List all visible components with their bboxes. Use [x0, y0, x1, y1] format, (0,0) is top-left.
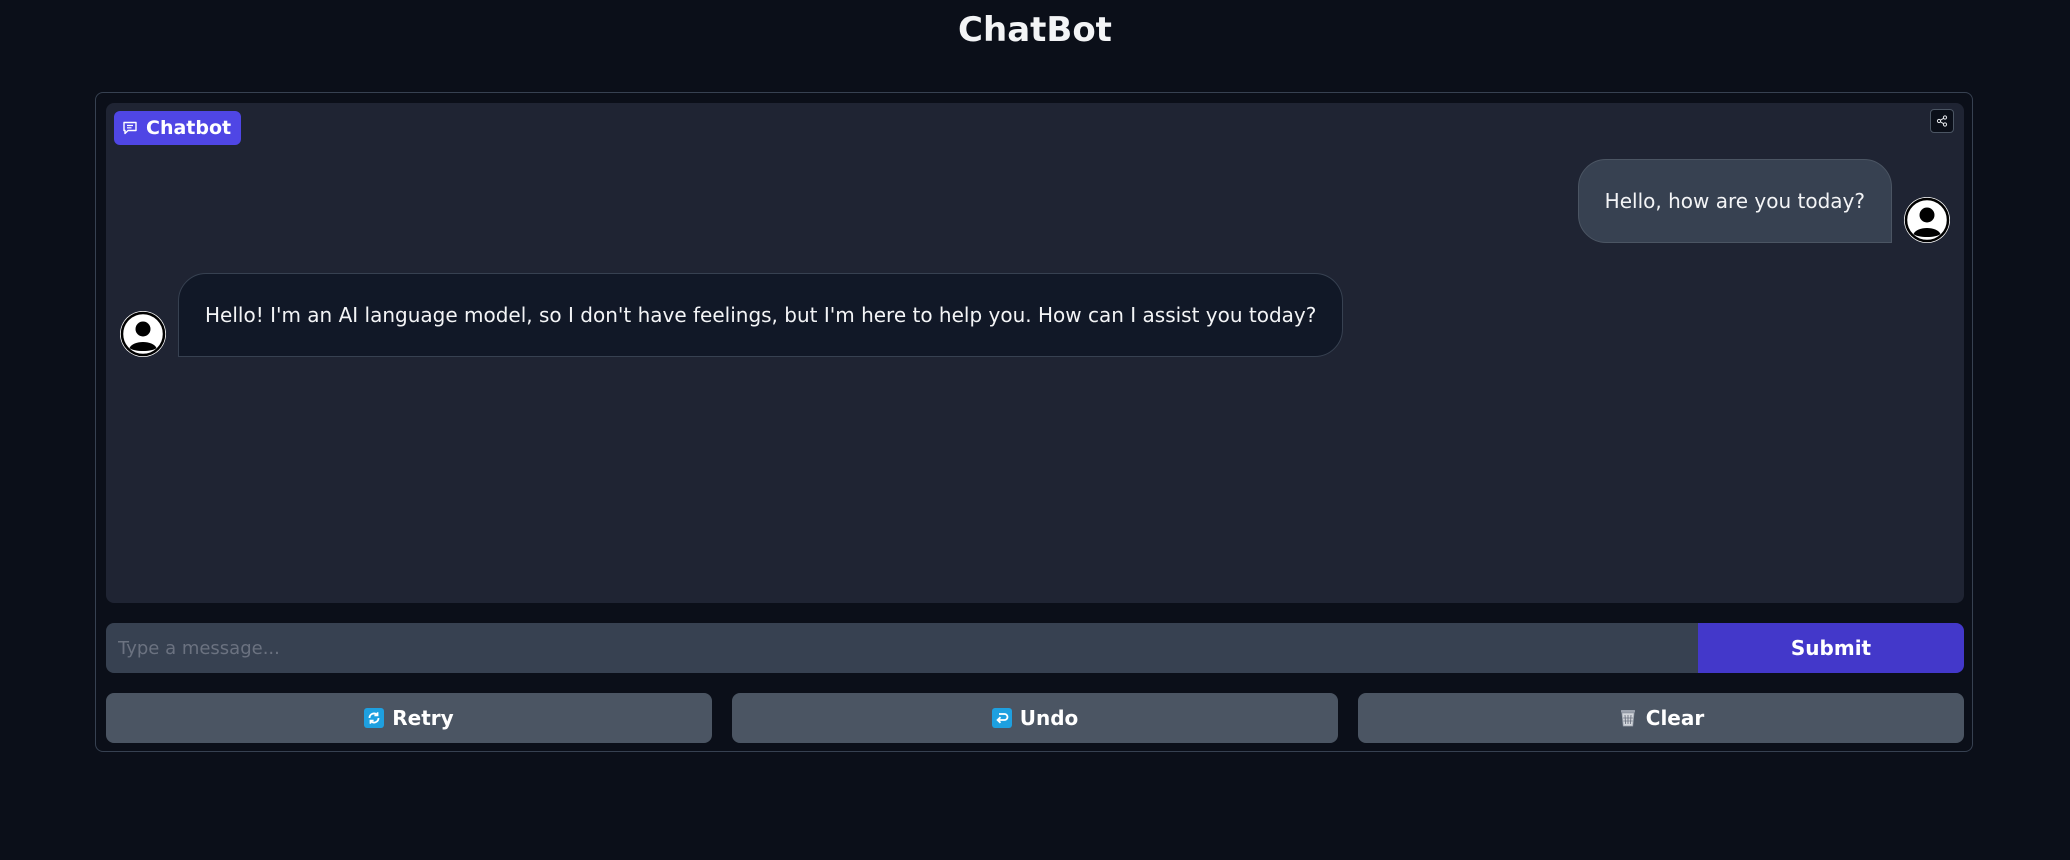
user-avatar-icon [1904, 197, 1950, 243]
message-input[interactable] [106, 623, 1698, 673]
undo-button[interactable]: Undo [732, 693, 1338, 743]
message-input-row: Submit [106, 623, 1964, 673]
share-icon [1936, 112, 1948, 131]
chatbot-panel: Chatbot Hello, how are you today? Hello!… [106, 103, 1964, 603]
page-title: ChatBot [958, 10, 1112, 50]
user-message-row: Hello, how are you today? [1577, 159, 1950, 243]
wastebasket-icon [1618, 708, 1638, 728]
bot-avatar-icon [120, 311, 166, 357]
chat-interface: Chatbot Hello, how are you today? Hello!… [95, 92, 1973, 752]
submit-button[interactable]: Submit [1698, 623, 1964, 673]
clear-button[interactable]: Clear [1358, 693, 1964, 743]
chatbot-label: Chatbot [114, 111, 242, 145]
retry-icon [364, 708, 385, 728]
undo-label: Undo [1019, 706, 1079, 730]
retry-label: Retry [392, 706, 454, 730]
action-buttons: Retry Undo Clear [106, 693, 1964, 743]
share-button[interactable] [1930, 109, 1954, 133]
undo-icon [991, 708, 1012, 728]
user-message: Hello, how are you today? [1577, 159, 1892, 243]
bot-message: Hello! I'm an AI language model, so I do… [178, 273, 1344, 357]
retry-button[interactable]: Retry [106, 693, 712, 743]
chat-bubble-icon [122, 120, 138, 136]
chatbot-label-text: Chatbot [146, 117, 232, 139]
clear-label: Clear [1645, 706, 1705, 730]
bot-message-row: Hello! I'm an AI language model, so I do… [120, 273, 1344, 357]
